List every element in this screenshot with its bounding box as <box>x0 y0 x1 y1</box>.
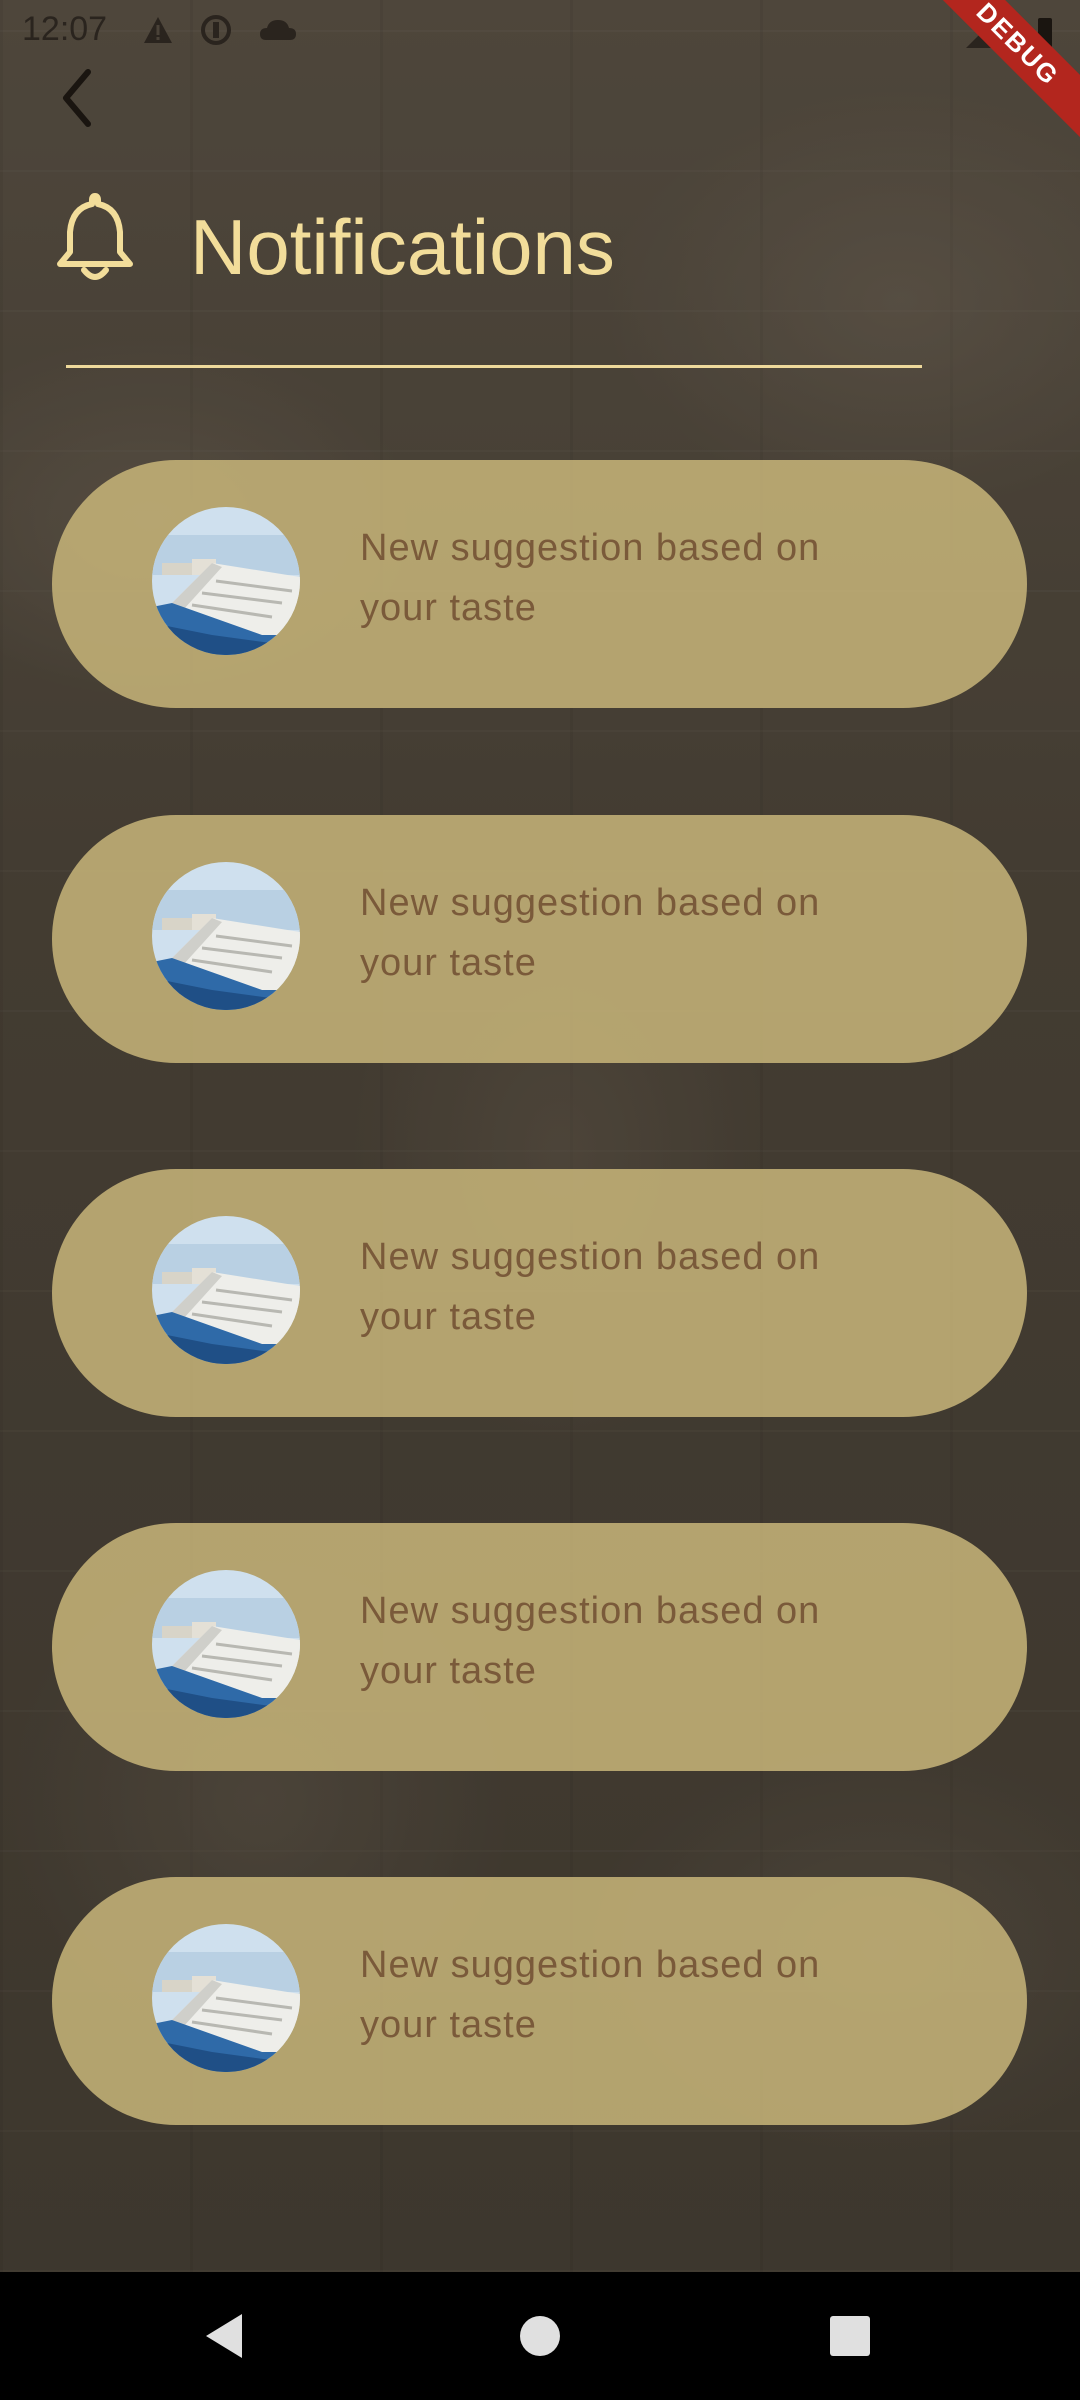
system-nav-bar <box>0 2272 1080 2400</box>
back-button[interactable] <box>48 62 112 134</box>
cloud-icon <box>260 20 296 40</box>
notification-card[interactable]: New suggestion based on your taste <box>52 1523 1027 1771</box>
notification-thumbnail <box>152 862 300 1010</box>
warning-icon <box>144 17 172 43</box>
circle-home-icon[interactable] <box>510 2306 570 2366</box>
notification-card[interactable]: New suggestion based on your taste <box>52 1169 1027 1417</box>
notification-text: New suggestion based on your taste <box>360 1236 821 1338</box>
page-title: Notifications <box>190 203 615 291</box>
notification-card[interactable]: New suggestion based on your taste <box>52 460 1027 708</box>
notification-text: New suggestion based on your taste <box>360 1590 821 1692</box>
status-time: 12:07 <box>22 10 108 48</box>
status-bar: 12:07 DEBUG <box>0 0 1080 145</box>
notifications-screen: 12:07 DEBUG Notifications New suggestion… <box>0 0 1080 2400</box>
notification-text: New suggestion based on your taste <box>360 1944 821 2046</box>
triangle-back-icon[interactable] <box>196 2306 256 2366</box>
notification-thumbnail <box>152 1924 300 2072</box>
chevron-left-icon <box>63 69 91 127</box>
data-saver-icon <box>201 15 231 45</box>
notification-thumbnail <box>152 1216 300 1364</box>
notification-text: New suggestion based on your taste <box>360 527 821 629</box>
bell-icon <box>57 193 133 280</box>
square-recents-icon[interactable] <box>820 2306 880 2366</box>
notification-thumbnail <box>152 1570 300 1718</box>
notification-text: New suggestion based on your taste <box>360 882 821 984</box>
notification-thumbnail <box>152 507 300 655</box>
header-divider <box>66 365 922 368</box>
notification-card[interactable]: New suggestion based on your taste <box>52 815 1027 1063</box>
notification-card[interactable]: New suggestion based on your taste <box>52 1877 1027 2125</box>
